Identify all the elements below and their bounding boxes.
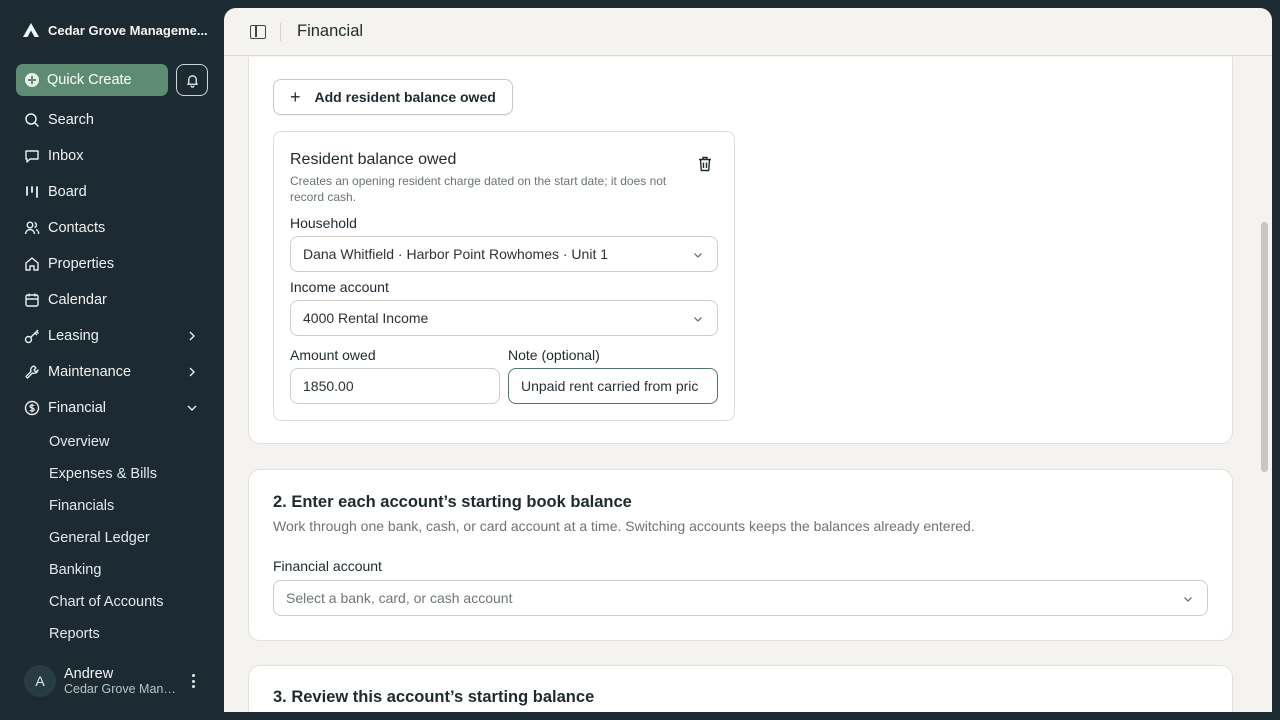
chevron-right-icon — [189, 367, 195, 377]
sidebar-subitem-reports[interactable]: Reports — [0, 618, 224, 650]
household-select[interactable]: Dana Whitfield · Harbor Point Rowhomes ·… — [290, 236, 718, 272]
sidebar-subitem-expenses-bills[interactable]: Expenses & Bills — [0, 458, 224, 490]
sidebar-subitem-banking[interactable]: Banking — [0, 554, 224, 586]
income-account-label: Income account — [290, 279, 389, 295]
sidebar-item-label: Maintenance — [48, 364, 132, 380]
sidebar-item-label: Financial — [48, 400, 107, 416]
home-icon — [25, 257, 39, 271]
resident-balance-title: Resident balance owed — [290, 151, 457, 168]
note-label: Note (optional) — [508, 347, 600, 363]
quick-create-label: Quick Create — [47, 72, 132, 88]
calendar-icon — [25, 293, 39, 307]
financial-account-label: Financial account — [273, 558, 382, 574]
wrench-icon — [25, 365, 39, 379]
logo-icon — [23, 23, 39, 37]
sidebar-item-leasing[interactable]: Leasing — [0, 318, 224, 354]
chevron-down-icon — [187, 405, 197, 411]
user-name: Andrew — [64, 666, 114, 682]
search-icon — [25, 113, 40, 128]
sidebar-item-properties[interactable]: Properties — [0, 246, 224, 282]
sidebar-subitem-overview[interactable]: Overview — [0, 426, 224, 458]
quick-create-button[interactable]: Quick Create — [16, 64, 168, 96]
trash-icon[interactable] — [698, 156, 712, 172]
scrollbar[interactable] — [1261, 222, 1268, 472]
org-switcher[interactable]: Cedar Grove Manageme... — [22, 22, 208, 38]
sidebar-item-label: Contacts — [48, 220, 106, 236]
resident-balances-card: + Add resident balance owed Resident bal… — [248, 57, 1233, 444]
chevron-down-icon — [694, 317, 702, 322]
section-2-title: 2. Enter each account’s starting book ba… — [273, 493, 632, 511]
sidebar-subitem-chart-of-accounts[interactable]: Chart of Accounts — [0, 586, 224, 618]
sidebar-toggle-icon[interactable] — [250, 24, 266, 39]
avatar: A — [24, 665, 56, 697]
income-account-select[interactable]: 4000 Rental Income — [290, 300, 718, 336]
topbar: Financial — [224, 8, 1272, 56]
content-scroll-area[interactable]: + Add resident balance owed Resident bal… — [224, 57, 1272, 712]
sidebar-item-label: Search — [48, 112, 94, 128]
chevron-right-icon — [189, 331, 195, 341]
starting-book-balance-card: 2. Enter each account’s starting book ba… — [248, 469, 1233, 641]
add-resident-balance-button[interactable]: + Add resident balance owed — [273, 79, 513, 115]
financial-account-placeholder: Select a bank, card, or cash account — [286, 590, 513, 606]
key-icon — [24, 329, 39, 344]
sidebar-item-contacts[interactable]: Contacts — [0, 210, 224, 246]
sidebar-item-calendar[interactable]: Calendar — [0, 282, 224, 318]
chevron-down-icon — [694, 253, 702, 258]
sidebar-item-label: Board — [48, 184, 87, 200]
sidebar: Cedar Grove Manageme... Quick Create Sea… — [0, 0, 224, 720]
sidebar-subitem-financials[interactable]: Financials — [0, 490, 224, 522]
amount-owed-label: Amount owed — [290, 347, 376, 363]
section-2-description: Work through one bank, cash, or card acc… — [273, 518, 975, 534]
sidebar-item-label: Inbox — [48, 148, 84, 164]
plus-circle-icon — [25, 73, 39, 87]
sidebar-item-label: Calendar — [48, 292, 107, 308]
household-value: Dana Whitfield · Harbor Point Rowhomes ·… — [303, 246, 609, 262]
sidebar-item-label: Properties — [48, 256, 115, 272]
sidebar-item-search[interactable]: Search — [0, 102, 224, 138]
divider — [280, 22, 281, 41]
page-title: Financial — [297, 22, 364, 40]
note-input[interactable]: Unpaid rent carried from pric — [508, 368, 718, 404]
chevron-down-icon — [1184, 597, 1192, 602]
more-vertical-icon[interactable] — [186, 672, 200, 690]
board-icon — [26, 186, 38, 198]
sidebar-item-financial[interactable]: Financial — [0, 390, 224, 426]
main-panel: Financial + Add resident balance owed Re… — [224, 8, 1272, 712]
sidebar-item-inbox[interactable]: Inbox — [0, 138, 224, 174]
household-label: Household — [290, 215, 357, 231]
notifications-button[interactable] — [176, 64, 208, 96]
income-account-value: 4000 Rental Income — [303, 310, 429, 326]
sidebar-item-label: Leasing — [48, 328, 99, 344]
bell-icon — [186, 74, 198, 88]
sidebar-item-board[interactable]: Board — [0, 174, 224, 210]
financial-account-select[interactable]: Select a bank, card, or cash account — [273, 580, 1208, 616]
add-resident-balance-label: Add resident balance owed — [314, 89, 496, 105]
review-starting-balance-card: 3. Review this account’s starting balanc… — [248, 665, 1233, 712]
user-profile[interactable]: A Andrew Cedar Grove Management — [24, 664, 214, 698]
sidebar-item-maintenance[interactable]: Maintenance — [0, 354, 224, 390]
amount-owed-input[interactable]: 1850.00 — [290, 368, 500, 404]
sidebar-subitem-general-ledger[interactable]: General Ledger — [0, 522, 224, 554]
inbox-icon — [25, 150, 39, 163]
dollar-icon — [24, 400, 40, 416]
resident-balance-description: Creates an opening resident charge dated… — [290, 174, 667, 204]
org-name: Cedar Grove Manageme... — [48, 22, 208, 38]
sidebar-nav: Search Inbox Board Contacts Properties C… — [0, 102, 224, 650]
plus-icon: + — [290, 87, 301, 107]
resident-balance-entry: Resident balance owed Creates an opening… — [273, 131, 735, 421]
contacts-icon — [24, 221, 40, 235]
user-org: Cedar Grove Management — [64, 682, 180, 696]
section-3-title: 3. Review this account’s starting balanc… — [273, 688, 595, 706]
